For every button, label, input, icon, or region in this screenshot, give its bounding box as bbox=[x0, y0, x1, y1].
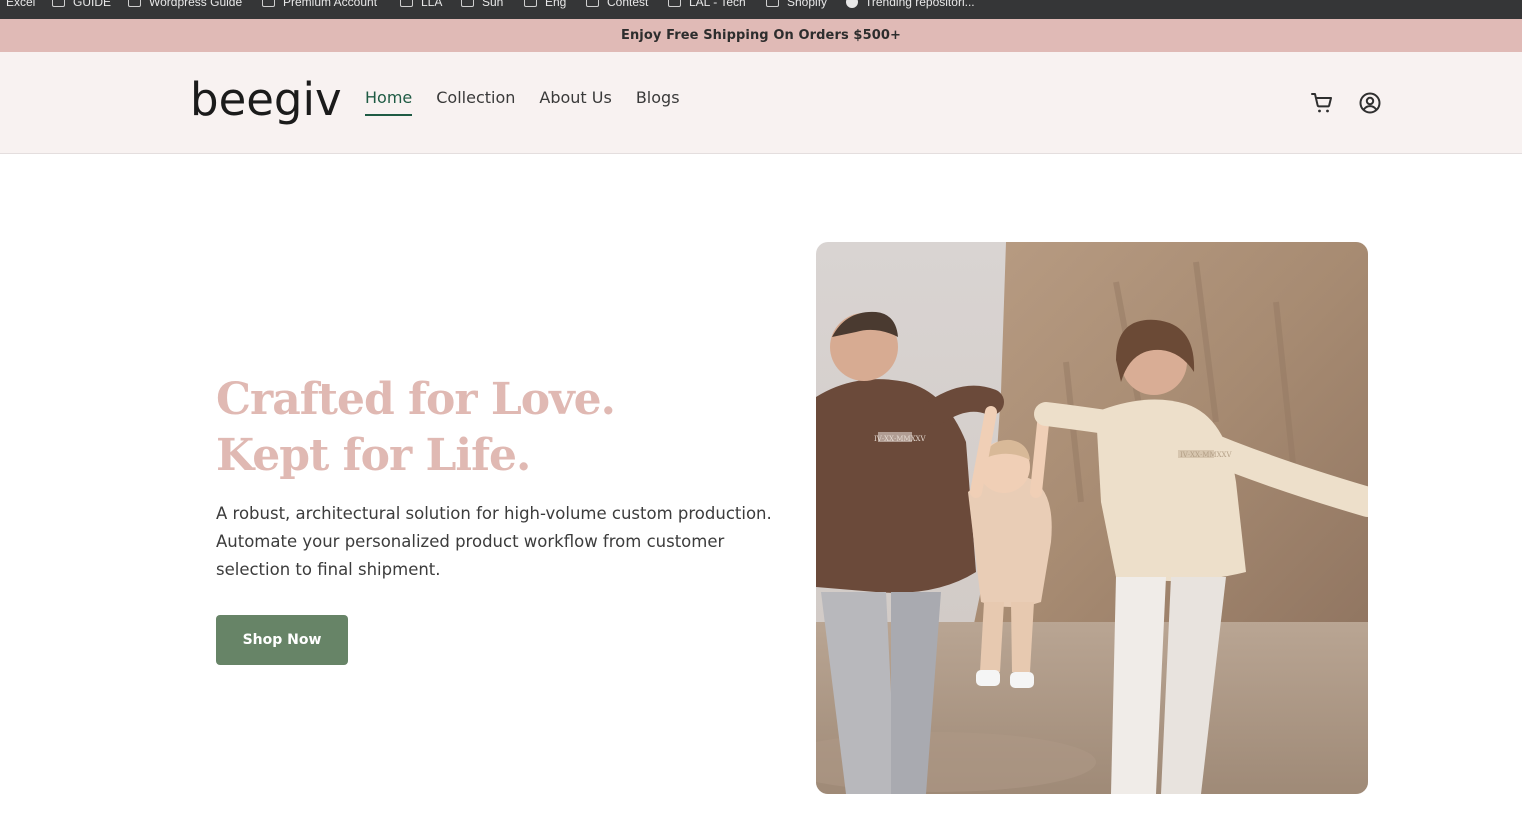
hero-title-line-1: Crafted for Love. bbox=[216, 374, 616, 425]
announcement-bar: Enjoy Free Shipping On Orders $500+ bbox=[0, 19, 1522, 52]
bookmark-item[interactable]: Premium Account bbox=[262, 0, 377, 10]
bookmark-label: Sun bbox=[482, 0, 504, 9]
cart-button[interactable] bbox=[1309, 90, 1335, 116]
nav-item-about-us[interactable]: About Us bbox=[539, 88, 611, 116]
cart-icon bbox=[1311, 93, 1332, 113]
account-button[interactable] bbox=[1357, 90, 1383, 116]
folder-icon bbox=[52, 0, 65, 7]
bookmark-label: Excel bbox=[6, 0, 36, 9]
bookmark-item[interactable]: Contest bbox=[586, 0, 648, 10]
site-logo[interactable]: beegiv bbox=[190, 72, 342, 128]
github-icon bbox=[846, 0, 858, 8]
bookmark-item[interactable]: LLA bbox=[400, 0, 442, 10]
announcement-text: Enjoy Free Shipping On Orders $500+ bbox=[620, 28, 902, 43]
folder-icon bbox=[766, 0, 779, 7]
bookmark-label: Shopify bbox=[787, 0, 828, 9]
bookmark-label: Eng bbox=[545, 0, 567, 9]
nav-item-blogs[interactable]: Blogs bbox=[636, 88, 680, 116]
account-icon bbox=[1359, 92, 1381, 114]
folder-icon bbox=[668, 0, 681, 7]
bookmark-item[interactable]: Trending repositori... bbox=[846, 0, 975, 10]
hero-description: A robust, architectural solution for hig… bbox=[216, 504, 772, 579]
bookmark-item[interactable]: Wordpress Guide bbox=[128, 0, 242, 10]
folder-icon bbox=[461, 0, 474, 7]
bookmark-item[interactable]: Shopify bbox=[766, 0, 827, 10]
nav-item-collection[interactable]: Collection bbox=[436, 88, 515, 116]
hero-title: Crafted for Love. Kept for Life. bbox=[216, 372, 616, 484]
print-text-woman: IV·XX·MMXXV bbox=[1180, 451, 1233, 459]
folder-icon bbox=[400, 0, 413, 7]
bookmark-label: LAL - Tech bbox=[689, 0, 746, 9]
bookmark-item[interactable]: GUIDE bbox=[52, 0, 111, 10]
folder-icon bbox=[524, 0, 537, 7]
hero-image: IV·XX·MMXXV IV·XX·MMXXV bbox=[816, 242, 1368, 794]
site-header: beegiv Home Collection About Us Blogs bbox=[0, 52, 1522, 154]
folder-icon bbox=[586, 0, 599, 7]
bookmark-label: Trending repositori... bbox=[865, 0, 975, 9]
bookmark-label: LLA bbox=[421, 0, 443, 9]
family-photo-illustration: IV·XX·MMXXV IV·XX·MMXXV bbox=[816, 242, 1368, 794]
browser-bookmarks-bar: Excel GUIDE Wordpress Guide Premium Acco… bbox=[0, 0, 1522, 19]
bookmark-label: GUIDE bbox=[73, 0, 112, 9]
print-text-man: IV·XX·MMXXV bbox=[874, 435, 927, 443]
bookmark-item[interactable]: Sun bbox=[461, 0, 503, 10]
bookmark-label: Wordpress Guide bbox=[149, 0, 243, 9]
bookmark-item[interactable]: Eng bbox=[524, 0, 566, 10]
nav-item-home[interactable]: Home bbox=[365, 88, 413, 116]
bookmark-item[interactable]: Excel bbox=[6, 0, 35, 10]
hero-title-line-2: Kept for Life. bbox=[216, 430, 531, 481]
folder-icon bbox=[262, 0, 275, 7]
folder-icon bbox=[128, 0, 141, 7]
bookmark-label: Contest bbox=[607, 0, 649, 9]
bookmark-label: Premium Account bbox=[283, 0, 378, 9]
bookmark-item[interactable]: LAL - Tech bbox=[668, 0, 746, 10]
shop-now-button[interactable]: Shop Now bbox=[216, 615, 348, 665]
main-nav: Home Collection About Us Blogs bbox=[365, 88, 704, 116]
